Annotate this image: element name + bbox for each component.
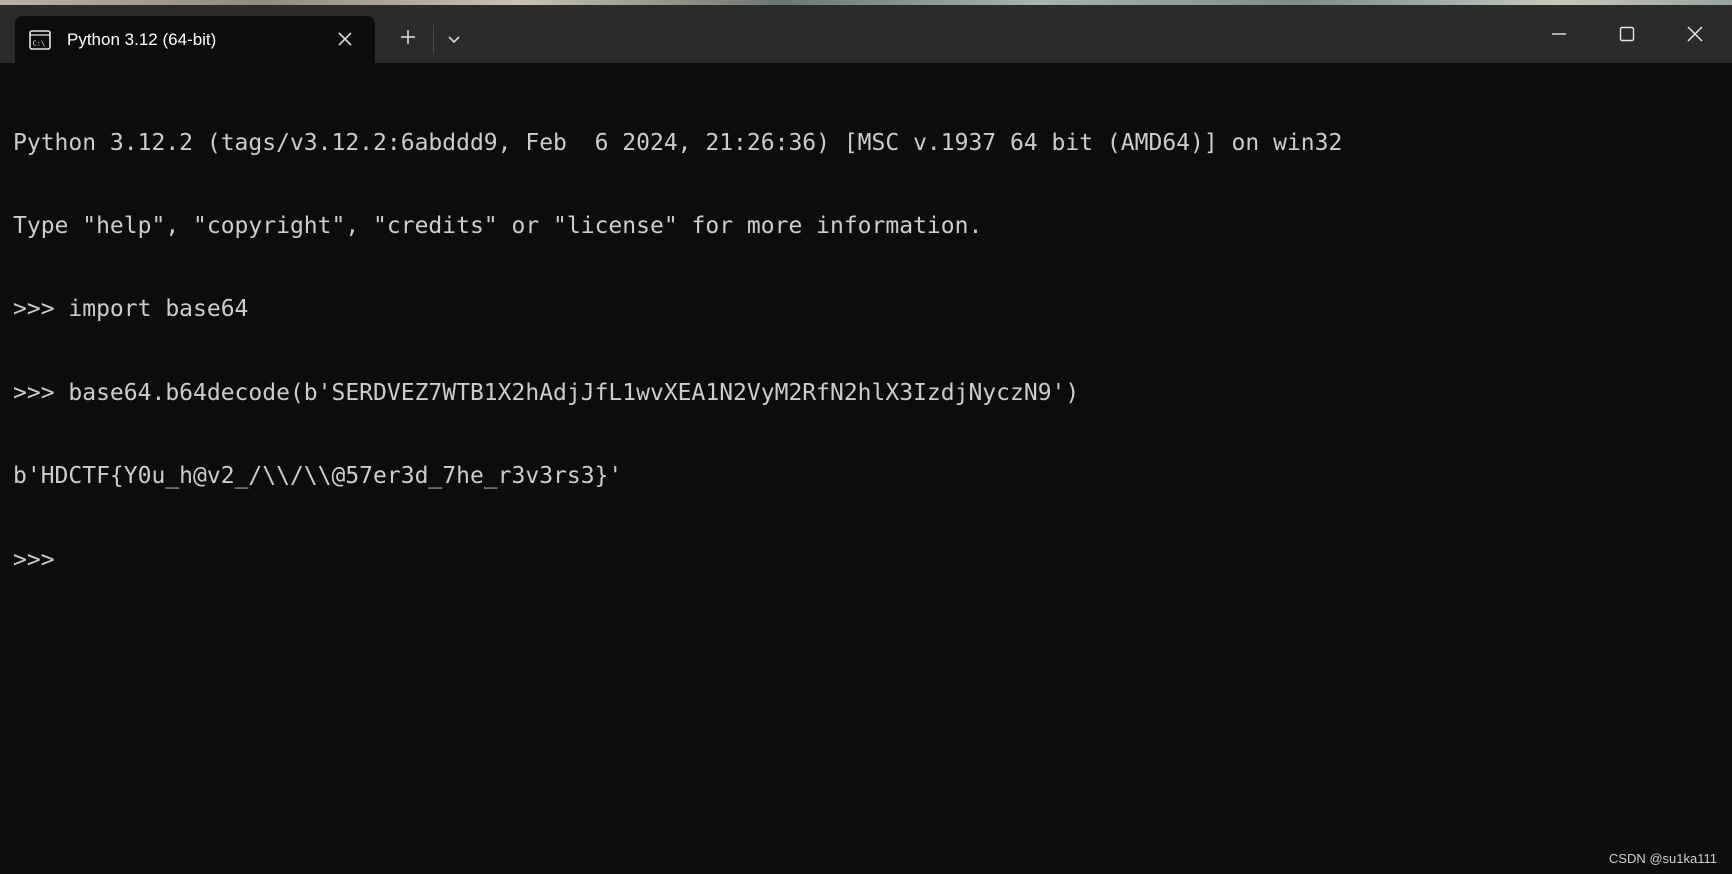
chevron-down-icon [448,36,460,44]
console-line: b'HDCTF{Y0u_h@v2_/\\/\\@57er3d_7he_r3v3r… [13,463,623,490]
console-prompt[interactable]: >>> [13,547,1713,575]
tab-divider [433,25,434,53]
console-line: Type "help", "copyright", "credits" or "… [13,212,983,239]
tab-title: Python 3.12 (64-bit) [67,29,217,49]
maximize-icon [1619,26,1635,42]
close-icon [1687,26,1703,42]
console-line: >>> import base64 [13,296,249,323]
new-tab-button[interactable] [394,23,422,51]
close-window-button[interactable] [1662,5,1728,63]
close-tab-button[interactable] [335,29,355,49]
console-line: Python 3.12.2 (tags/v3.12.2:6abddd9, Feb… [13,129,1343,156]
minimize-icon [1552,33,1566,35]
close-icon [338,32,352,46]
console-output[interactable]: Python 3.12.2 (tags/v3.12.2:6abddd9, Feb… [13,74,1713,630]
svg-text:C:\: C:\ [33,39,46,47]
minimize-button[interactable] [1526,5,1592,63]
terminal-icon: C:\ [29,29,51,50]
tab-dropdown-button[interactable] [440,25,468,53]
tab-python[interactable]: C:\ Python 3.12 (64-bit) [15,16,375,63]
maximize-button[interactable] [1594,5,1660,63]
plus-icon [401,30,415,44]
watermark: CSDN @su1ka111 [1608,851,1717,866]
console-line: >>> base64.b64decode(b'SERDVEZ7WTB1X2hAd… [13,379,1080,406]
title-bar[interactable]: C:\ Python 3.12 (64-bit) [0,5,1732,63]
terminal-window: C:\ Python 3.12 (64-bit) Python 3.12.2 (… [0,0,1732,874]
